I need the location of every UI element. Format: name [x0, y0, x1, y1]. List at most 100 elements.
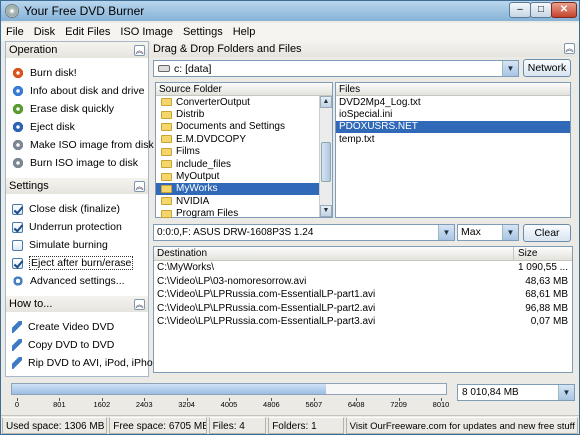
howto-item[interactable]: Copy DVD to DVD: [6, 336, 148, 354]
file-item[interactable]: DVD2Mp4_Log.txt: [336, 96, 570, 108]
file-item[interactable]: ioSpecial.ini: [336, 108, 570, 120]
howto-item-label: Create Video DVD: [28, 321, 115, 333]
menu-help[interactable]: Help: [228, 26, 261, 38]
operation-item[interactable]: Burn ISO image to disk: [6, 154, 148, 172]
drive-select[interactable]: c: [data] ▼: [153, 60, 519, 77]
settings-item-label: Underrun protection: [29, 221, 122, 233]
folder-item[interactable]: ConverterOutput: [156, 96, 332, 108]
device-select[interactable]: 0:0:0,F: ASUS DRW-1608P3S 1.24 ▼: [153, 224, 455, 241]
folder-name: Program Files: [176, 208, 239, 220]
operation-item[interactable]: Burn disk!: [6, 64, 148, 82]
speed-select[interactable]: Max ▼: [457, 224, 519, 241]
clear-button[interactable]: Clear: [523, 224, 571, 242]
scroll-up-icon[interactable]: ▲: [320, 96, 332, 108]
destination-row[interactable]: C:\Video\LP\LPRussia.com-EssentialLP-par…: [154, 288, 572, 302]
operation-item[interactable]: Eject disk: [6, 118, 148, 136]
operation-item[interactable]: Make ISO image from disk: [6, 136, 154, 154]
menu-disk[interactable]: Disk: [29, 26, 60, 38]
folder-item[interactable]: Program Files: [156, 208, 332, 220]
collapse-howto-button[interactable]: ︽: [134, 298, 145, 310]
destination-path: C:\Video\LP\LPRussia.com-EssentialLP-par…: [157, 289, 376, 301]
collapse-settings-button[interactable]: ︽: [134, 180, 145, 192]
destination-row[interactable]: C:\Video\LP\LPRussia.com-EssentialLP-par…: [154, 315, 572, 329]
destination-size: 96,88 MB: [525, 302, 568, 314]
chevron-down-icon[interactable]: ▼: [502, 61, 518, 76]
chevron-down-icon[interactable]: ▼: [558, 385, 574, 400]
minimize-button[interactable]: –: [509, 2, 531, 18]
settings-item[interactable]: Close disk (finalize): [6, 200, 148, 218]
folder-item[interactable]: NVIDIA: [156, 195, 332, 207]
folder-item[interactable]: E.M.DVDCOPY: [156, 133, 332, 145]
erase-icon: [12, 103, 24, 115]
status-free-space: Free space: 6705 MB: [109, 417, 207, 434]
folder-item[interactable]: MyOutput: [156, 170, 332, 182]
status-visit-link[interactable]: Visit OurFreeware.com for updates and ne…: [345, 417, 578, 434]
chevron-down-icon[interactable]: ▼: [502, 225, 518, 240]
folder-name: NVIDIA: [176, 195, 210, 207]
drag-drop-header: Drag & Drop Folders and Files ︽: [151, 41, 577, 57]
destination-row[interactable]: C:\Video\LP\03-nomoresorrow.avi 48,63 MB: [154, 275, 572, 289]
maximize-button[interactable]: □: [530, 2, 552, 18]
section-title: Settings: [9, 180, 49, 192]
destination-path: C:\Video\LP\LPRussia.com-EssentialLP-par…: [157, 316, 376, 328]
menu-edit-files[interactable]: Edit Files: [60, 26, 115, 38]
chevron-down-icon[interactable]: ▼: [438, 225, 454, 240]
destination-size: 1 090,55 ...: [517, 262, 568, 273]
folder-item[interactable]: MyWorks: [156, 182, 332, 196]
destination-row[interactable]: C:\Video\LP\LPRussia.com-EssentialLP-par…: [154, 302, 572, 316]
settings-item[interactable]: Eject after burn/erase: [6, 254, 148, 272]
files-pane[interactable]: Files DVD2Mp4_Log.txt ioSpecial.ini PDOXUS…: [335, 82, 571, 218]
folder-item[interactable]: include_files: [156, 158, 332, 170]
howto-item[interactable]: Create Video DVD: [6, 318, 148, 336]
collapse-operation-button[interactable]: ︽: [134, 44, 145, 56]
size-column-header[interactable]: Size: [514, 247, 537, 260]
settings-checkbox[interactable]: [12, 257, 23, 269]
destination-list[interactable]: Destination Size C:\MyWorks\ 1 090,55 ...…: [153, 246, 573, 373]
burn-iso-icon: [12, 157, 24, 169]
file-item[interactable]: temp.txt: [336, 133, 570, 145]
close-button[interactable]: ✕: [551, 2, 577, 18]
settings-item[interactable]: Underrun protection: [6, 218, 148, 236]
file-item[interactable]: PDOXUSRS.NET: [336, 120, 570, 134]
menu-iso-image[interactable]: ISO Image: [115, 26, 178, 38]
folder-item[interactable]: Distrib: [156, 108, 332, 120]
folder-name: ConverterOutput: [176, 96, 250, 108]
source-folder-header: Source Folder: [156, 83, 332, 96]
collapse-main-button[interactable]: ︽: [564, 43, 575, 54]
operation-item-label: Make ISO image from disk: [30, 139, 154, 151]
folder-icon: [161, 147, 172, 156]
folder-item[interactable]: Documents and Settings: [156, 121, 332, 133]
status-bar: Used space: 1306 MB Free space: 6705 MB …: [1, 415, 579, 434]
file-name: PDOXUSRS.NET: [339, 121, 418, 133]
scroll-down-icon[interactable]: ▼: [320, 205, 332, 217]
howto-item-label: Copy DVD to DVD: [28, 339, 115, 351]
disk-size-select[interactable]: 8 010,84 MB ▼: [457, 384, 575, 401]
howto-item[interactable]: Rip DVD to AVI, iPod, iPhone: [6, 354, 164, 372]
network-button[interactable]: Network: [523, 59, 571, 77]
settings-item[interactable]: Simulate burning: [6, 236, 148, 254]
folder-scrollbar[interactable]: ▲ ▼: [319, 96, 332, 217]
capacity-tick-label: 3204: [178, 400, 195, 409]
menu-settings[interactable]: Settings: [178, 26, 228, 38]
capacity-tick-label: 8010: [432, 400, 450, 409]
folder-item[interactable]: Films: [156, 146, 332, 158]
settings-checkbox[interactable]: [12, 221, 23, 233]
menu-file[interactable]: File: [1, 26, 29, 38]
operation-item[interactable]: Erase disk quickly: [6, 100, 148, 118]
settings-checkbox[interactable]: [12, 239, 23, 251]
operation-item[interactable]: Info about disk and drive: [6, 82, 148, 100]
menu-bar: File Disk Edit Files ISO Image Settings …: [1, 23, 579, 41]
capacity-fill: [12, 384, 327, 394]
destination-column-header[interactable]: Destination: [154, 247, 514, 260]
folder-icon: [161, 197, 172, 206]
drive-value: c: [data]: [174, 62, 212, 75]
folder-icon: [161, 184, 172, 193]
scroll-thumb[interactable]: [321, 142, 331, 182]
source-folder-pane[interactable]: Source Folder ConverterOutput Distrib Docu…: [155, 82, 333, 220]
settings-checkbox[interactable]: [12, 203, 23, 215]
destination-path: C:\Video\LP\03-nomoresorrow.avi: [157, 275, 307, 287]
advanced-settings-link[interactable]: Advanced settings...: [6, 272, 148, 290]
destination-row[interactable]: C:\MyWorks\ 1 090,55 ...: [154, 261, 572, 275]
capacity-tick-label: 7209: [390, 400, 407, 409]
advanced-settings-icon: [12, 275, 24, 287]
